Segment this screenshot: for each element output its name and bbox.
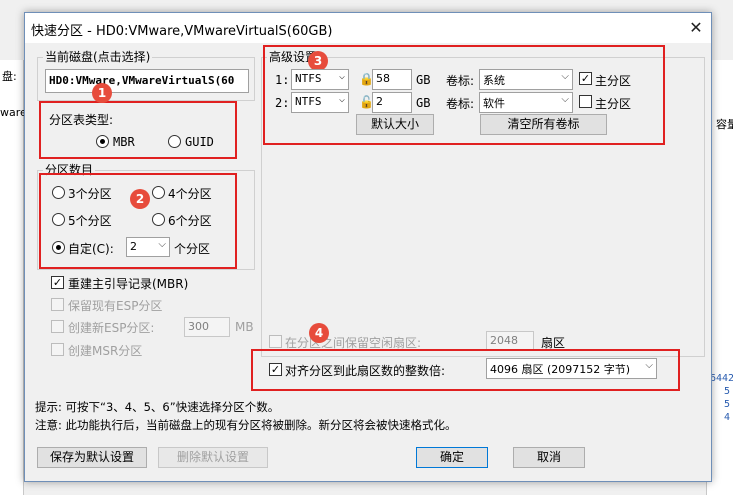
esp-size-input[interactable]: 300 <box>184 317 230 337</box>
partition-1-label-select[interactable]: 系统 ⌵ <box>479 69 573 90</box>
partition-2-label-title: 卷标: <box>446 97 475 111</box>
annotation-badge-1: 1 <box>92 83 112 103</box>
custom-partitions-radio[interactable] <box>52 241 65 254</box>
custom-partitions-label: 自定(C): <box>68 242 114 256</box>
guid-radio[interactable] <box>168 135 181 148</box>
mbr-radio[interactable] <box>96 135 109 148</box>
six-partitions-label: 6个分区 <box>168 214 212 228</box>
align-select[interactable]: 4096 扇区 (2097152 字节) ⌵ <box>486 358 657 379</box>
quick-partition-dialog: 快速分区 - HD0:VMware,VMwareVirtualS(60GB) ✕… <box>24 12 712 482</box>
create-esp-checkbox[interactable] <box>51 320 64 333</box>
current-disk-label: 当前磁盘(点击选择) <box>43 48 153 65</box>
align-checkbox[interactable]: ✓ <box>269 363 282 376</box>
four-partitions-label: 4个分区 <box>168 187 212 201</box>
five-partitions-label: 5个分区 <box>68 214 112 228</box>
five-partitions-radio[interactable] <box>52 213 65 226</box>
partition-1-size-input[interactable]: 58 <box>372 69 412 90</box>
annotation-badge-3: 3 <box>308 51 328 71</box>
background-number: 4 <box>724 412 731 423</box>
background-capacity-header: 容量 <box>716 118 733 131</box>
free-sectors-checkbox[interactable] <box>269 335 282 348</box>
partition-2-fs-select[interactable]: NTFS ⌵ <box>291 92 349 113</box>
annotation-badge-2: 2 <box>130 189 150 209</box>
save-default-button[interactable]: 保存为默认设置 <box>37 447 147 468</box>
delete-default-button[interactable]: 删除默认设置 <box>158 447 268 468</box>
partition-1-size-unit: GB <box>416 73 431 87</box>
six-partitions-radio[interactable] <box>152 213 165 226</box>
partition-2-primary-checkbox[interactable] <box>579 95 592 108</box>
align-value: 4096 扇区 (2097152 字节) <box>490 363 631 376</box>
free-sectors-input[interactable]: 2048 <box>486 331 534 351</box>
partition-1-fs-select[interactable]: NTFS ⌵ <box>291 69 349 90</box>
create-msr-label: 创建MSR分区 <box>68 344 143 358</box>
keep-esp-label: 保留现有ESP分区 <box>68 299 163 313</box>
four-partitions-radio[interactable] <box>152 186 165 199</box>
guid-label: GUID <box>185 135 214 149</box>
custom-partitions-suffix: 个分区 <box>174 242 211 256</box>
partition-2-size-unit: GB <box>416 96 431 110</box>
align-label: 对齐分区到此扇区数的整数倍: <box>285 364 446 378</box>
cancel-button[interactable]: 取消 <box>513 447 585 468</box>
chevron-down-icon: ⌵ <box>561 94 569 105</box>
create-msr-checkbox[interactable] <box>51 343 64 356</box>
chevron-down-icon: ⌵ <box>338 71 345 82</box>
default-size-button[interactable]: 默认大小 <box>356 114 434 135</box>
partition-1-primary-checkbox[interactable]: ✓ <box>579 72 592 85</box>
warning-text: 注意: 此功能执行后，当前磁盘上的现有分区将被删除。新分区将会被快速格式化。 <box>35 418 457 432</box>
keep-esp-checkbox[interactable] <box>51 298 64 311</box>
partition-2-size-input[interactable]: 2 <box>372 92 412 113</box>
current-disk-selector[interactable]: HD0:VMware,VMwareVirtualS(60 <box>45 69 249 93</box>
background-left-label: ware <box>0 106 27 119</box>
three-partitions-radio[interactable] <box>52 186 65 199</box>
background-left-label: 盘: <box>2 70 17 83</box>
partition-table-label: 分区表类型: <box>49 113 114 127</box>
dialog-title: 快速分区 - HD0:VMware,VMwareVirtualS(60GB) <box>31 24 333 39</box>
partition-2-fs-value: NTFS <box>295 95 322 108</box>
annotation-badge-4: 4 <box>309 323 329 343</box>
esp-size-unit: MB <box>235 320 254 334</box>
partition-row-1-index: 1: <box>275 73 290 87</box>
custom-partitions-value: 2 <box>130 240 137 253</box>
partition-1-primary-label: 主分区 <box>595 74 632 88</box>
custom-partitions-select[interactable]: 2 ⌵ <box>126 237 170 257</box>
background-left-pane <box>0 60 24 495</box>
create-esp-label: 创建新ESP分区: <box>68 321 155 335</box>
mbr-label: MBR <box>113 135 135 149</box>
rebuild-mbr-label: 重建主引导记录(MBR) <box>68 277 189 291</box>
partition-1-label-value: 系统 <box>483 74 505 87</box>
background-number: 6442 <box>710 373 733 384</box>
chevron-down-icon: ⌵ <box>561 71 569 82</box>
partition-2-primary-label: 主分区 <box>595 97 632 111</box>
background-number: 5 <box>724 386 731 397</box>
chevron-down-icon: ⌵ <box>645 360 653 371</box>
partition-2-label-value: 软件 <box>483 97 505 110</box>
ok-button[interactable]: 确定 <box>416 447 488 468</box>
annotation-box-1 <box>39 101 237 159</box>
partition-2-label-select[interactable]: 软件 ⌵ <box>479 92 573 113</box>
rebuild-mbr-checkbox[interactable]: ✓ <box>51 276 64 289</box>
three-partitions-label: 3个分区 <box>68 187 112 201</box>
background-number: 5 <box>724 399 731 410</box>
partition-row-2-index: 2: <box>275 96 290 110</box>
tip-text: 提示: 可按下“3、4、5、6”快速选择分区个数。 <box>35 400 280 414</box>
partition-1-fs-value: NTFS <box>295 72 322 85</box>
clear-labels-button[interactable]: 清空所有卷标 <box>480 114 607 135</box>
title-bar: 快速分区 - HD0:VMware,VMwareVirtualS(60GB) ✕ <box>25 13 711 43</box>
close-icon[interactable]: ✕ <box>683 15 709 41</box>
chevron-down-icon: ⌵ <box>338 94 345 105</box>
partition-1-label-title: 卷标: <box>446 74 475 88</box>
chevron-down-icon: ⌵ <box>158 239 166 250</box>
